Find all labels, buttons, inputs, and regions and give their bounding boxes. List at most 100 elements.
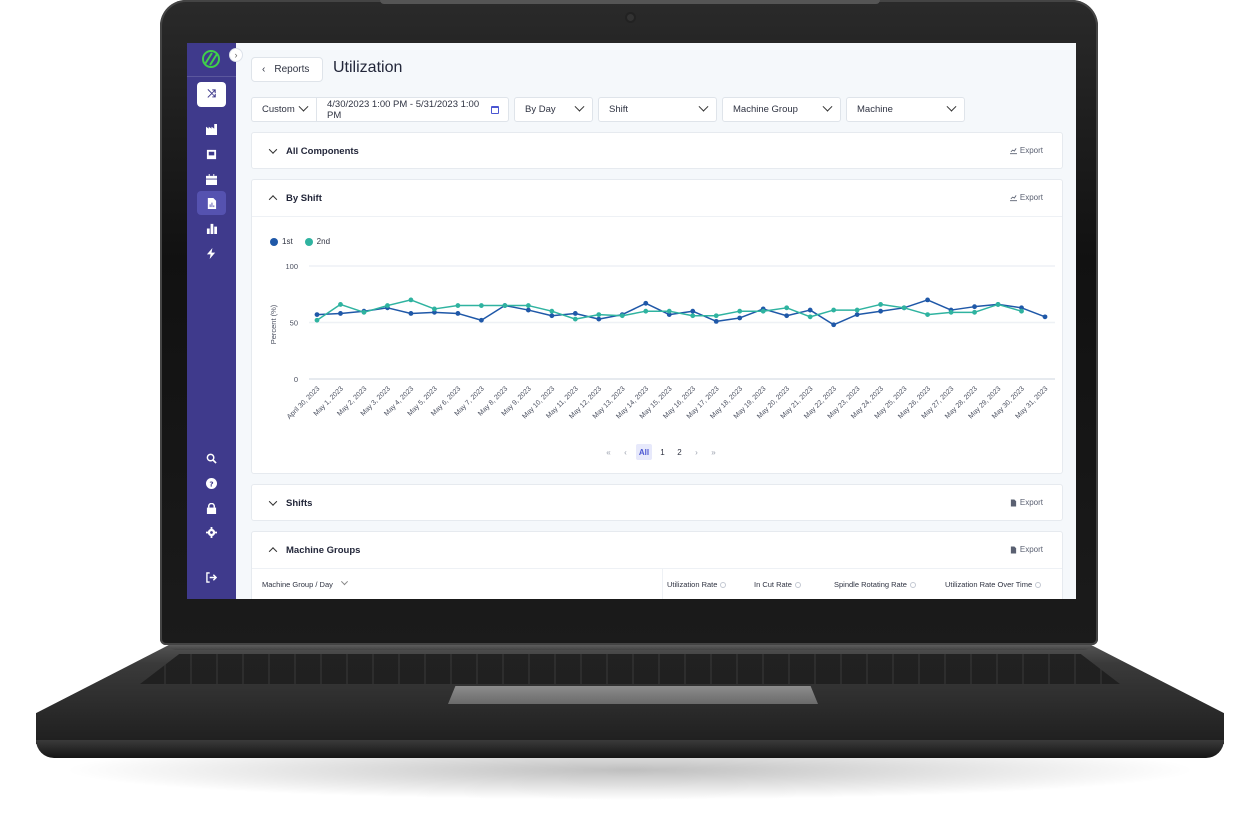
shift-select[interactable]: Shift [598,97,717,122]
column-header-utilization-rate-over-time[interactable]: Utilization Rate Over Time [945,580,1042,589]
grouping-select[interactable]: By Day [514,97,593,122]
data-point-2nd [432,306,437,312]
sidebar-item-reports[interactable] [197,191,226,215]
export-button[interactable]: Export [1010,545,1043,554]
export-button[interactable]: Export [1009,193,1043,202]
sidebar-item-help[interactable]: ? [197,471,226,495]
info-icon[interactable] [909,581,916,588]
laptop-front-edge [36,740,1224,758]
panel-machine-groups: Machine Groups Export Machine Group / Da… [251,531,1063,599]
data-point-2nd [619,313,625,319]
sidebar-item-search[interactable] [197,446,226,470]
column-header-machine-group-day[interactable]: Machine Group / Day [262,578,348,589]
date-range-input[interactable]: 4/30/2023 1:00 PM - 5/31/2023 1:00 PM [316,97,509,122]
y-tick-label: 50 [290,319,298,328]
shuffle-button[interactable]: ⤨ [197,82,226,107]
pager-last-button[interactable]: » [707,444,720,460]
data-point-1st [878,308,884,314]
machine-groups-table-header: Machine Group / Day Utilization Rate In … [252,568,1062,599]
pager-first-button[interactable]: « [602,444,615,460]
laptop-trackpad [448,686,818,704]
sidebar-item-analytics[interactable] [197,216,226,240]
calendar-icon [206,173,217,185]
chevron-down-icon [340,578,348,586]
pager-page-2[interactable]: 2 [673,444,686,460]
panel-title: By Shift [286,192,322,204]
data-point-2nd [925,312,930,317]
data-point-1st [713,318,719,324]
chevron-down-icon [298,101,309,112]
file-export-icon [1010,499,1016,506]
report-document-icon [207,197,217,209]
export-button[interactable]: Export [1010,498,1043,507]
data-point-2nd [854,307,860,313]
data-point-2nd [478,303,484,308]
laptop-keyboard [140,654,1120,684]
sidebar-item-machine[interactable] [197,142,226,166]
calendar-icon [491,105,499,114]
gear-icon [206,526,217,538]
data-point-2nd [690,313,696,319]
export-button[interactable]: Export [1009,146,1043,155]
lock-icon [206,502,217,514]
panel-header-shifts[interactable]: Shifts Export [252,485,1062,521]
data-point-2nd [338,302,343,307]
app-screen: ⤨ ? › ‹ Reports Utilization Custom 4/30/… [187,43,1076,599]
machine-select[interactable]: Machine [846,97,965,122]
file-export-icon [1010,546,1016,553]
sidebar-item-calendar[interactable] [197,167,226,191]
panel-all-components: All Components Export [251,132,1063,169]
panel-header-all-components[interactable]: All Components Export [252,133,1062,169]
data-point-1st [572,311,578,316]
laptop-lid-edge [380,0,880,4]
data-point-1st [525,307,531,313]
sidebar-collapse-button[interactable]: › [229,48,243,62]
machine-group-value: Machine Group [733,104,798,115]
data-point-1st [408,311,414,316]
panel-header-machine-groups[interactable]: Machine Groups Export [252,532,1062,568]
filter-bar: Custom 4/30/2023 1:00 PM - 5/31/2023 1:0… [251,97,965,122]
back-to-reports-button[interactable]: ‹ Reports [251,57,323,82]
data-point-2nd [1019,308,1024,314]
pager-page-1[interactable]: 1 [656,444,669,460]
y-tick-label: 100 [285,262,298,271]
logout-icon [206,571,217,583]
column-header-utilization-rate[interactable]: Utilization Rate [667,580,727,589]
column-header-spindle-rotating-rate[interactable]: Spindle Rotating Rate [834,580,916,589]
sidebar-item-logout[interactable] [197,565,226,589]
data-point-1st [549,313,555,319]
chevron-down-icon [574,101,585,112]
sidebar-item-lock[interactable] [197,496,226,520]
data-point-2nd [385,303,390,308]
sidebar-item-settings[interactable] [197,520,226,544]
main-content: ‹ Reports Utilization Custom 4/30/2023 1… [251,43,1063,599]
pager-next-button[interactable]: › [690,444,703,460]
info-icon[interactable] [720,581,727,588]
info-icon[interactable] [794,581,801,588]
data-point-2nd [666,308,672,314]
data-point-2nd [972,309,977,315]
sidebar-item-alerts[interactable] [197,241,226,265]
export-label: Export [1019,193,1043,202]
sidebar-item-factory[interactable] [197,117,226,141]
data-point-1st [455,311,461,316]
data-point-1st [643,300,649,306]
logo-icon [202,50,220,68]
pager-page-all[interactable]: All [636,444,652,460]
data-point-2nd [572,316,578,322]
panel-header-by-shift[interactable]: By Shift Export [252,180,1062,216]
info-icon[interactable] [1035,581,1042,588]
column-label: Utilization Rate Over Time [945,580,1033,589]
data-point-1st [737,315,743,321]
data-point-2nd [807,314,813,320]
pager-prev-button[interactable]: ‹ [619,444,632,460]
data-point-2nd [596,312,602,317]
data-point-1st [596,316,602,322]
data-point-2nd [760,308,766,314]
machine-group-select[interactable]: Machine Group [722,97,841,122]
data-point-1st [972,304,977,310]
machine-value: Machine [857,104,893,115]
column-header-in-cut-rate[interactable]: In Cut Rate [754,580,801,589]
range-type-select[interactable]: Custom [251,97,316,122]
export-label: Export [1019,146,1043,155]
